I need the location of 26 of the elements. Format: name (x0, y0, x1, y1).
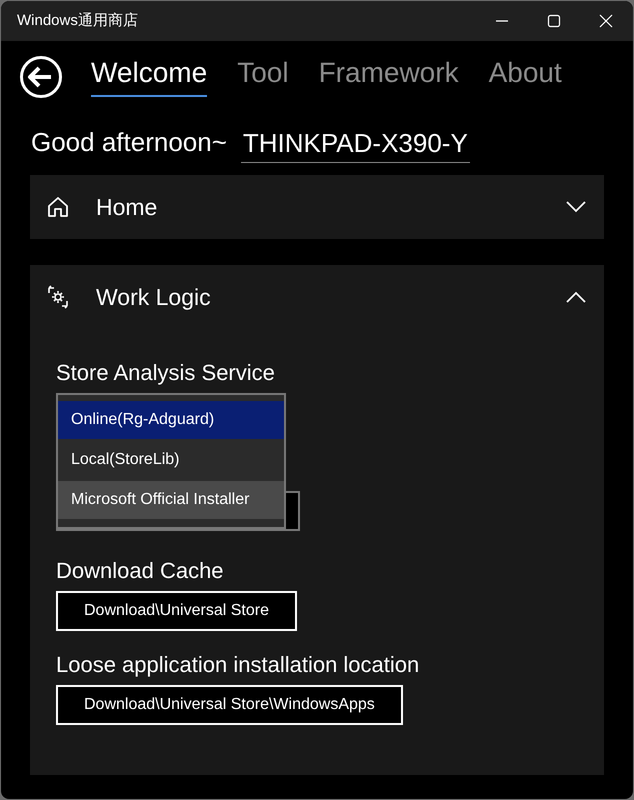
maximize-icon[interactable] (547, 14, 561, 28)
expander-title: Work Logic (96, 282, 212, 312)
nav-tab[interactable]: About (488, 55, 562, 97)
setting-label: Download Cache (56, 557, 225, 585)
close-icon[interactable] (599, 14, 613, 28)
gear-arrows-icon (46, 285, 70, 309)
dropdown-option[interactable]: Local(StoreLib) (58, 441, 284, 479)
path-button[interactable]: Download\Universal Store (56, 591, 297, 631)
nav-tab[interactable]: Welcome (91, 55, 208, 97)
expander-header[interactable]: Home (30, 175, 604, 239)
setting-label: Store Analysis Service (56, 359, 276, 387)
home-icon (46, 195, 70, 219)
path-button[interactable]: Download\Universal Store\WindowsApps (56, 685, 403, 725)
dropdown-option[interactable]: Microsoft Official Installer (58, 481, 284, 519)
expander-header[interactable]: Work Logic (30, 265, 604, 329)
greeting-text: Good afternoon~ (31, 126, 227, 159)
nav-tab[interactable]: Tool (237, 55, 289, 97)
expander-title: Home (96, 192, 158, 222)
nav-tab[interactable]: Framework (318, 55, 459, 97)
chevron-down-icon[interactable] (566, 201, 586, 213)
back-button[interactable] (19, 55, 63, 99)
setting-label: Loose application installation location (56, 651, 420, 679)
dropdown-option[interactable]: Online(Rg-Adguard) (58, 401, 284, 439)
window-title: Windows通用商店 (17, 10, 139, 31)
chevron-up-icon[interactable] (566, 291, 586, 303)
device-name-field[interactable]: THINKPAD-X390-Y (240, 126, 470, 163)
